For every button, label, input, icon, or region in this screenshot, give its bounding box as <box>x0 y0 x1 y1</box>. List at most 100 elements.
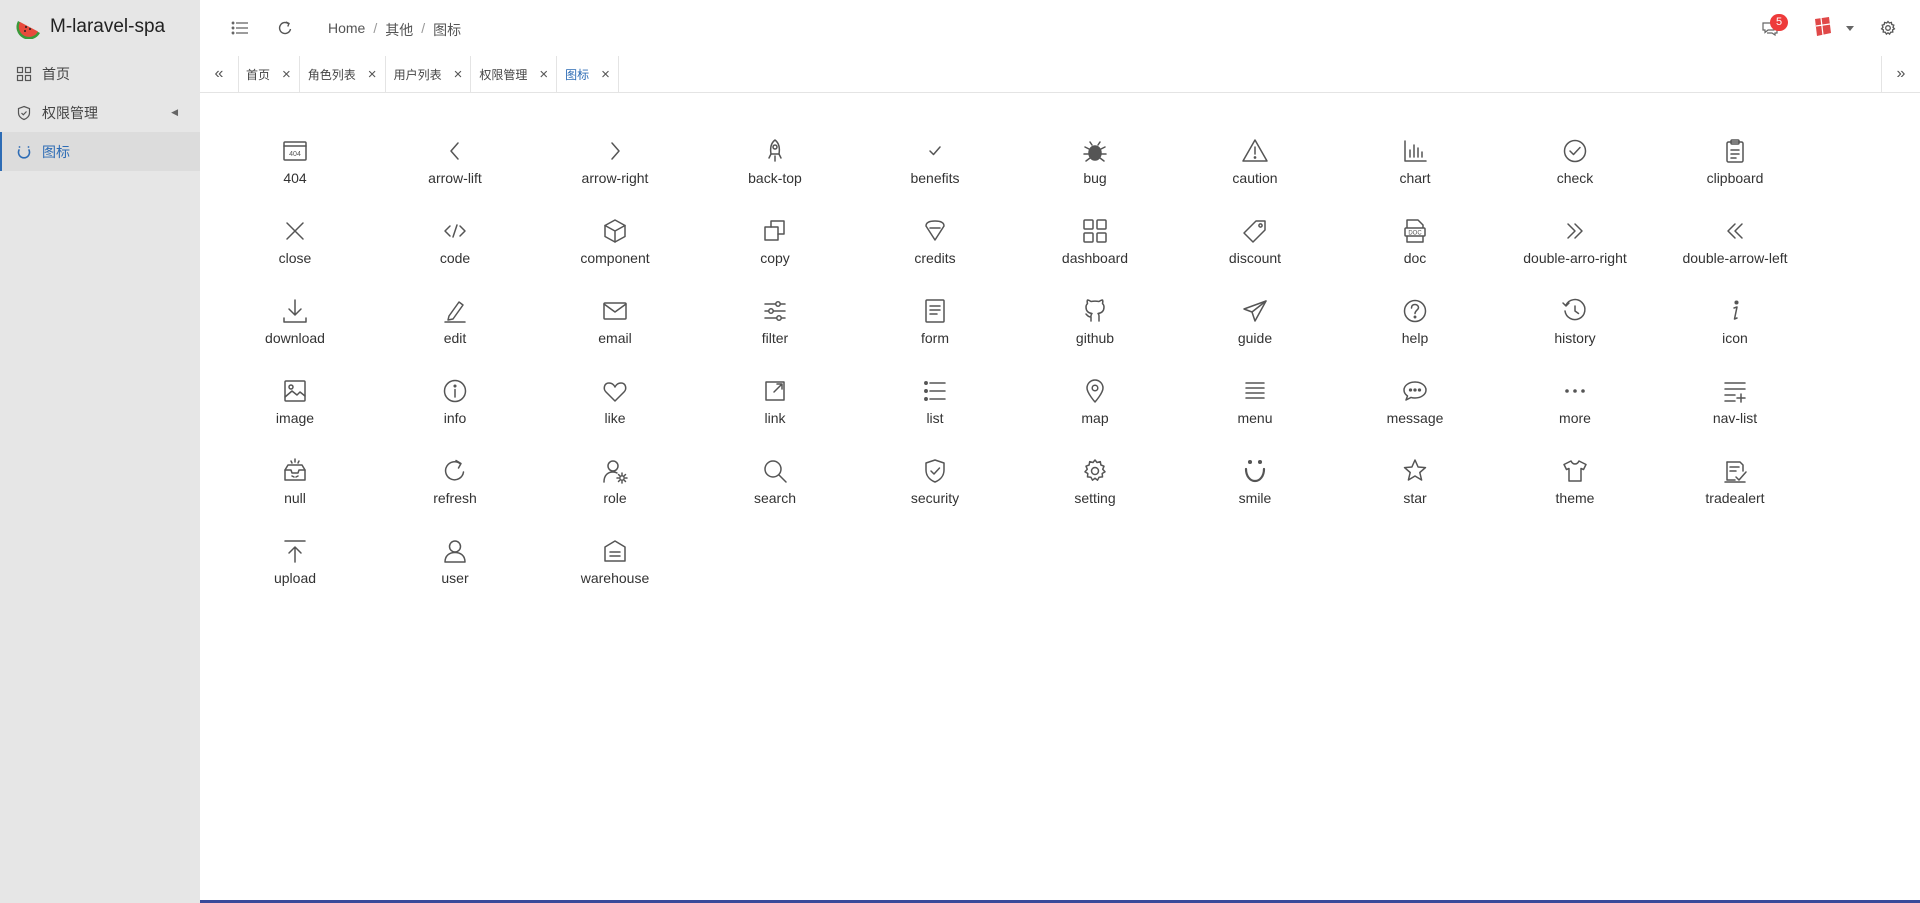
menu-icon <box>1245 382 1265 399</box>
tab-role-list[interactable]: 角色列表 × <box>300 56 386 92</box>
icon-tile-download[interactable]: download <box>215 297 375 377</box>
tab-home[interactable]: 首页 × <box>238 56 300 92</box>
icon-tile-role[interactable]: role <box>535 457 695 537</box>
icon-tile-arrow-lift[interactable]: arrow-lift <box>375 137 535 217</box>
icon-tile-icon[interactable]: icon <box>1655 297 1815 377</box>
filter-icon <box>764 301 786 321</box>
icon-tile-credits[interactable]: credits <box>855 217 1015 297</box>
role-icon <box>603 460 628 484</box>
tab-icons[interactable]: 图标 × <box>557 56 619 92</box>
icon-tile-warehouse[interactable]: warehouse <box>535 537 695 617</box>
dashboard-icon <box>16 66 32 82</box>
icon-tile-chart[interactable]: chart <box>1335 137 1495 217</box>
icon-tile-double-arro-right[interactable]: double-arro-right <box>1495 217 1655 297</box>
icon-label: double-arro-right <box>1523 250 1627 266</box>
icon-tile-link[interactable]: link <box>695 377 855 457</box>
icon-tile-guide[interactable]: guide <box>1175 297 1335 377</box>
icon-tile-user[interactable]: user <box>375 537 535 617</box>
close-icon[interactable]: × <box>282 67 291 82</box>
setting-icon <box>1084 459 1106 481</box>
icon-tile-double-arrow-left[interactable]: double-arrow-left <box>1655 217 1815 297</box>
nav-list-icon <box>1724 382 1746 403</box>
icon-tile-security[interactable]: security <box>855 457 1015 537</box>
icon-tile-doc[interactable]: DOC doc <box>1335 217 1495 297</box>
app-logo[interactable]: M-laravel-spa <box>0 0 200 54</box>
icon-tile-smile[interactable]: smile <box>1175 457 1335 537</box>
icon-tile-check[interactable]: check <box>1495 137 1655 217</box>
icon-tile-benefits[interactable]: benefits <box>855 137 1015 217</box>
svg-text:404: 404 <box>289 151 301 158</box>
icon-tile-search[interactable]: search <box>695 457 855 537</box>
icon-tile-github[interactable]: github <box>1015 297 1175 377</box>
icon-tile-refresh[interactable]: refresh <box>375 457 535 537</box>
icon-tile-null[interactable]: null <box>215 457 375 537</box>
close-icon[interactable]: × <box>601 67 610 82</box>
icon-label: null <box>284 490 306 506</box>
sidebar-item-permissions[interactable]: 权限管理 ◀ <box>0 93 200 132</box>
tabs-scroll-right-icon[interactable]: » <box>1881 56 1920 92</box>
icon-label: role <box>603 490 627 506</box>
avatar[interactable] <box>1812 16 1834 38</box>
icon-tile-more[interactable]: more <box>1495 377 1655 457</box>
icon-tile-star[interactable]: star <box>1335 457 1495 537</box>
close-icon[interactable]: × <box>539 67 548 82</box>
icon-label: history <box>1554 330 1596 346</box>
icon-tile-email[interactable]: email <box>535 297 695 377</box>
icon-tile-help[interactable]: help <box>1335 297 1495 377</box>
icon-tile-edit[interactable]: edit <box>375 297 535 377</box>
menu-toggle-icon[interactable] <box>230 18 250 38</box>
tab-label: 用户列表 <box>393 67 442 82</box>
breadcrumb-other[interactable]: 其他 <box>385 20 413 40</box>
icon-tile-back-top[interactable]: back-top <box>695 137 855 217</box>
search-icon <box>764 460 787 483</box>
icon-tile-image[interactable]: image <box>215 377 375 457</box>
gear-icon[interactable] <box>1878 18 1898 38</box>
caret-down-icon[interactable] <box>1840 18 1860 38</box>
icon-label: code <box>439 250 471 266</box>
icon-tile-404[interactable]: 404 404 <box>215 137 375 217</box>
icon-tile-setting[interactable]: setting <box>1015 457 1175 537</box>
sidebar-item-icons[interactable]: 图标 <box>0 132 200 171</box>
icon-tile-form[interactable]: form <box>855 297 1015 377</box>
tab-permissions[interactable]: 权限管理 × <box>471 56 558 92</box>
icon-tile-upload[interactable]: upload <box>215 537 375 617</box>
icon-tile-like[interactable]: like <box>535 377 695 457</box>
security-icon <box>925 459 945 483</box>
icon-tile-close[interactable]: close <box>215 217 375 297</box>
tabs-scroll-left-icon[interactable]: « <box>200 56 239 92</box>
help-icon <box>1403 299 1427 323</box>
icon-label: upload <box>273 570 317 586</box>
close-icon[interactable]: × <box>368 67 377 82</box>
icon-tile-arrow-right[interactable]: arrow-right <box>535 137 695 217</box>
icon-tile-bug[interactable]: bug <box>1015 137 1175 217</box>
sidebar-item-home[interactable]: 首页 <box>0 54 200 93</box>
icon-tile-info[interactable]: info <box>375 377 535 457</box>
breadcrumb-home[interactable]: Home <box>328 20 365 40</box>
icon-tile-copy[interactable]: copy <box>695 217 855 297</box>
icon-tile-nav-list[interactable]: nav-list <box>1655 377 1815 457</box>
icon-label: info <box>443 410 467 426</box>
icon-tile-discount[interactable]: discount <box>1175 217 1335 297</box>
icon-tile-filter[interactable]: filter <box>695 297 855 377</box>
user-icon <box>444 540 466 563</box>
refresh-icon[interactable] <box>275 18 295 38</box>
icon-tile-code[interactable]: code <box>375 217 535 297</box>
icon-tile-message[interactable]: message <box>1335 377 1495 457</box>
icon-tile-component[interactable]: component <box>535 217 695 297</box>
icon-tile-tradealert[interactable]: tradealert <box>1655 457 1815 537</box>
icon-tile-caution[interactable]: caution <box>1175 137 1335 217</box>
close-icon[interactable]: × <box>454 67 463 82</box>
tab-user-list[interactable]: 用户列表 × <box>386 56 472 92</box>
icon-label: arrow-lift <box>428 170 482 186</box>
icon-label: clipboard <box>1706 170 1764 186</box>
icon-tile-theme[interactable]: theme <box>1495 457 1655 537</box>
icon-tile-map[interactable]: map <box>1015 377 1175 457</box>
icon-tile-list[interactable]: list <box>855 377 1015 457</box>
icon-tile-dashboard[interactable]: dashboard <box>1015 217 1175 297</box>
icon-tile-menu[interactable]: menu <box>1175 377 1335 457</box>
message-count-badge: 5 <box>1770 14 1788 31</box>
breadcrumb-separator: / <box>421 20 426 36</box>
icon-tile-clipboard[interactable]: clipboard <box>1655 137 1815 217</box>
icon-tile-history[interactable]: history <box>1495 297 1655 377</box>
loading-icon <box>16 144 32 160</box>
